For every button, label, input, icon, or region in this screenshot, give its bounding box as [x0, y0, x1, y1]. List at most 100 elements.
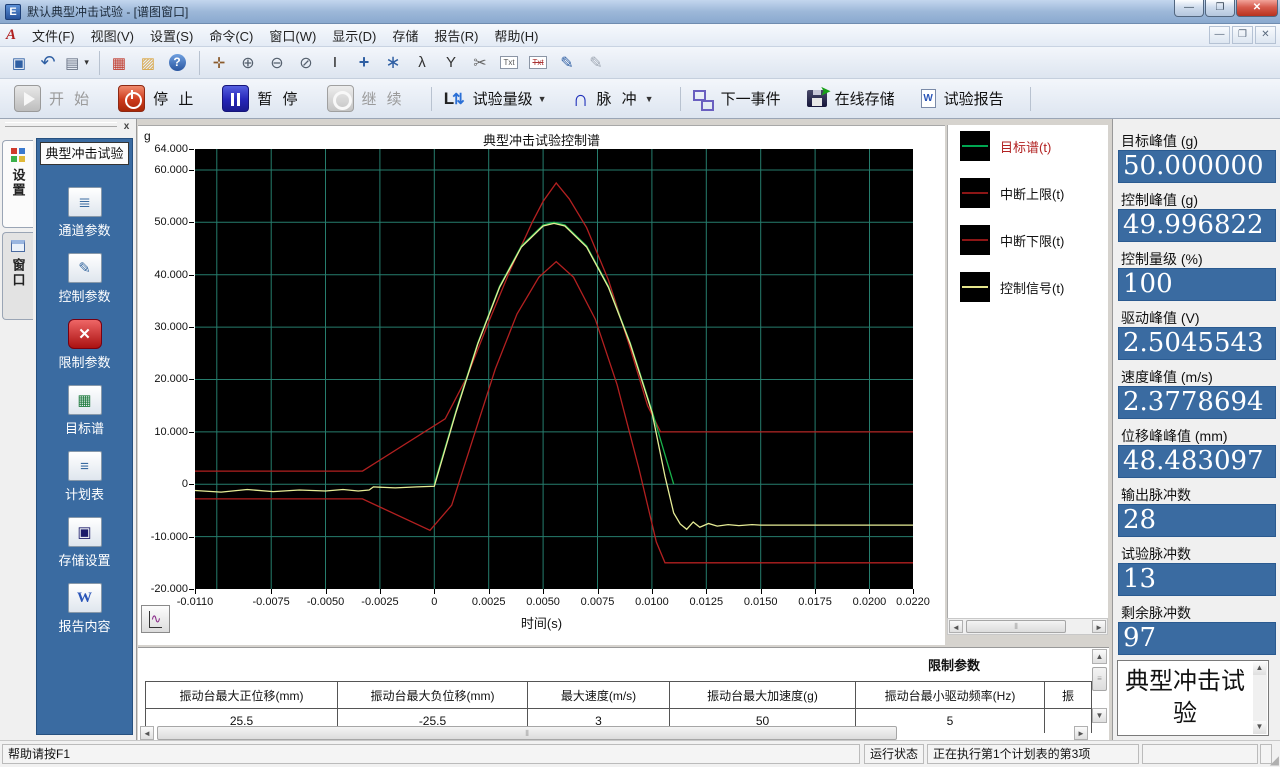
restore-button[interactable]: ❐	[1205, 0, 1235, 17]
plot-area[interactable]	[195, 149, 913, 589]
menu-report[interactable]: 报告(R)	[426, 24, 486, 47]
mdi-restore-button[interactable]: ❐	[1232, 26, 1253, 44]
tab-settings[interactable]: 设置	[2, 140, 33, 228]
star-cursor-icon[interactable]: ∗	[380, 50, 406, 76]
scroll-down-icon[interactable]: ▼	[1092, 708, 1107, 723]
minimize-button[interactable]: —	[1174, 0, 1204, 17]
y-tick-mark	[189, 222, 194, 223]
scroll-right-icon[interactable]: ►	[1092, 620, 1106, 633]
x-tick-mark	[598, 589, 599, 594]
sidebar-item-schedule[interactable]: ≡ 计划表	[37, 451, 132, 503]
control-peak-label: 控制峰值 (g)	[1121, 190, 1280, 207]
help-icon[interactable]: ?	[164, 50, 190, 76]
chart-title: 典型冲击试验控制谱	[138, 130, 945, 149]
sidebar-item-storage-settings[interactable]: ▣ 存储设置	[37, 517, 132, 569]
mdi-minimize-button[interactable]: —	[1209, 26, 1230, 44]
monitor-scrollbar[interactable]: ▲ ▼	[1253, 662, 1267, 734]
sidebar-item-channel-params[interactable]: ≣ 通道参数	[37, 187, 132, 239]
sidebar-item-target-spectrum[interactable]: ▦ 目标谱	[37, 385, 132, 437]
start-icon	[14, 85, 41, 112]
scroll-down-icon[interactable]: ▼	[1253, 721, 1266, 734]
sidebar-item-control-params[interactable]: ✎ 控制参数	[37, 253, 132, 305]
tab-window[interactable]: 窗口	[2, 232, 33, 320]
chart-options-button[interactable]: ∿	[141, 605, 170, 633]
legend-item-lower-abort[interactable]: 中断下限(t)	[960, 225, 1064, 255]
target-spectrum-icon: ▦	[68, 385, 102, 415]
open-folder-icon[interactable]: ▨	[135, 50, 161, 76]
standard-toolbar: ▣ ↶ ▤▾ ▦ ▨ ? ✛ ⊕ ⊖ ⊘ Ι + ∗ λ Y ✂ Txt Txt…	[0, 47, 1280, 79]
crosshair-icon[interactable]: +	[351, 50, 377, 76]
legend-item-control-signal[interactable]: 控制信号(t)	[960, 272, 1064, 302]
scrollbar-thumb[interactable]: ⫴	[966, 620, 1066, 633]
application-window: E 默认典型冲击试验 - [谱图窗口] — ❐ ✕ A 文件(F) 视图(V) …	[0, 0, 1280, 767]
y-tick-mark	[189, 537, 194, 538]
online-store-button[interactable]: ➤ 在线存储	[801, 86, 901, 111]
test-level-button[interactable]: L ⇅ 试验量级 ▼	[438, 86, 553, 111]
legend-item-target[interactable]: 目标谱(t)	[960, 131, 1051, 161]
cursor-measure-icon[interactable]: Ι	[322, 50, 348, 76]
start-button[interactable]: 开 始	[8, 83, 98, 114]
scroll-left-icon[interactable]: ◄	[140, 726, 154, 740]
stop-button[interactable]: 停 止	[112, 83, 202, 114]
menu-file[interactable]: 文件(F)	[24, 24, 83, 47]
schedule-icon: ≡	[68, 451, 102, 481]
zoom-in-icon[interactable]: ⊕	[235, 50, 261, 76]
level-dropdown-icon[interactable]: ▼	[538, 94, 547, 104]
x-tick-mark	[543, 589, 544, 594]
toolbar-separator	[99, 51, 100, 75]
scroll-left-icon[interactable]: ◄	[949, 620, 963, 633]
pause-button[interactable]: 暂 停	[216, 83, 306, 114]
menu-view[interactable]: 视图(V)	[83, 24, 142, 47]
scrollbar-thumb[interactable]: ≡	[1092, 667, 1107, 691]
close-button[interactable]: ✕	[1236, 0, 1278, 17]
scroll-right-icon[interactable]: ►	[1074, 726, 1088, 740]
x-tick-label: -0.0050	[299, 596, 353, 608]
double-cursor-icon[interactable]: Y	[438, 50, 464, 76]
menu-storage[interactable]: 存储	[384, 24, 426, 47]
dock-close-icon[interactable]: x	[120, 120, 133, 133]
sidebar-item-report-content[interactable]: W 报告内容	[37, 583, 132, 635]
mdi-close-button[interactable]: ✕	[1255, 26, 1276, 44]
menu-window[interactable]: 窗口(W)	[261, 24, 324, 47]
status-empty-segment	[1142, 744, 1258, 764]
zoom-vertical-icon[interactable]: ⊖	[264, 50, 290, 76]
delete-annotation-icon[interactable]: ✎	[583, 50, 609, 76]
scroll-up-icon[interactable]: ▲	[1092, 649, 1107, 664]
scroll-up-icon[interactable]: ▲	[1253, 662, 1266, 675]
remaining-pulse-count-label: 剩余脉冲数	[1121, 603, 1280, 620]
save-icon[interactable]: ▣	[6, 50, 32, 76]
sidebar-item-limit-params[interactable]: ✕ 限制参数	[37, 319, 132, 371]
dock-gripper[interactable]	[5, 122, 117, 127]
legend-horizontal-scrollbar[interactable]: ◄ ⫴ ►	[947, 618, 1108, 635]
y-tick-label: 0	[142, 478, 188, 490]
resume-button[interactable]: 继 续	[321, 83, 411, 114]
chart-grid-icon[interactable]: ▦	[106, 50, 132, 76]
y-axis-unit: g	[144, 129, 151, 143]
scrollbar-thumb[interactable]: ⫴	[157, 726, 897, 740]
delete-cursor-icon[interactable]: ✂	[467, 50, 493, 76]
pulse-button[interactable]: ∩ 脉 冲 ▼	[567, 84, 660, 114]
text-label-icon[interactable]: Txt	[496, 50, 522, 76]
pulse-dropdown-icon[interactable]: ▼	[645, 94, 654, 104]
single-cursor-icon[interactable]: λ	[409, 50, 435, 76]
zoom-reset-icon[interactable]: ⊘	[293, 50, 319, 76]
undo-icon[interactable]: ↶	[35, 50, 61, 76]
test-report-button[interactable]: W 试验报告	[915, 86, 1010, 111]
menu-display[interactable]: 显示(D)	[324, 24, 384, 47]
menu-command[interactable]: 命令(C)	[201, 24, 261, 47]
settings-tab-icon	[11, 148, 25, 162]
pan-icon[interactable]: ✛	[206, 50, 232, 76]
test-type-header[interactable]: 典型冲击试验	[40, 142, 129, 165]
menu-help[interactable]: 帮助(H)	[486, 24, 546, 47]
annotation-icon[interactable]: ✎	[554, 50, 580, 76]
menu-settings[interactable]: 设置(S)	[142, 24, 201, 47]
print-icon[interactable]: ▤▾	[64, 50, 90, 76]
next-event-button[interactable]: 下一事件	[687, 86, 787, 111]
settings-dock-panel: x 设置 窗口 典型冲击试验 ≣ 通道参数 ✎ 控制参数 ✕ 限制参数 ▦	[0, 119, 137, 740]
storage-settings-icon: ▣	[68, 517, 102, 547]
drive-peak-label: 驱动峰值 (V)	[1121, 308, 1280, 325]
legend-item-upper-abort[interactable]: 中断上限(t)	[960, 178, 1064, 208]
resize-grip[interactable]: ◢	[1270, 753, 1279, 767]
app-logo-icon: E	[5, 4, 21, 20]
delete-text-label-icon[interactable]: Txt	[525, 50, 551, 76]
